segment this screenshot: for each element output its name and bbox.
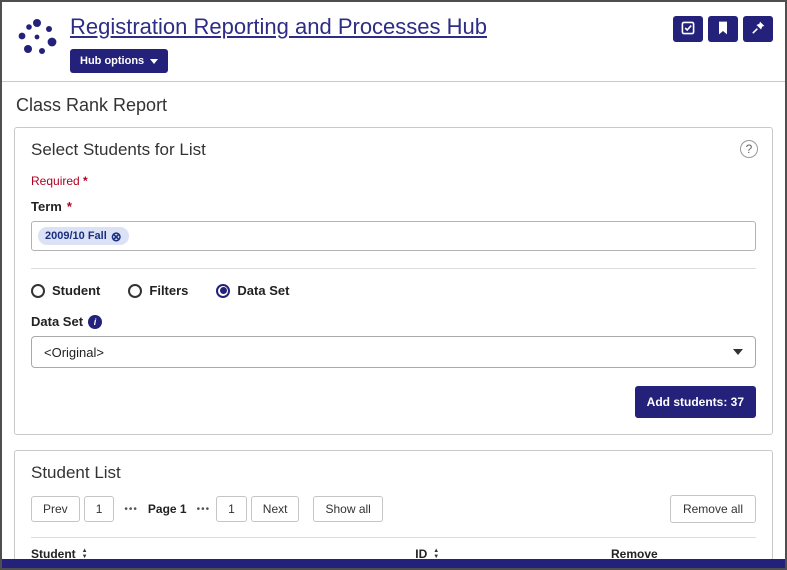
term-required-star: * — [67, 199, 72, 214]
page-title: Class Rank Report — [16, 95, 771, 116]
header-actions — [673, 16, 773, 42]
header: Registration Reporting and Processes Hub… — [2, 2, 785, 81]
prev-page-button[interactable]: Prev — [31, 496, 80, 522]
hub-title-link[interactable]: Registration Reporting and Processes Hub — [70, 14, 487, 40]
pagination-row: Prev 1 ••• Page 1 ••• 1 Next Show all Re… — [31, 495, 756, 523]
ellipsis-left: ••• — [124, 504, 138, 515]
hub-options-label: Hub options — [80, 55, 144, 67]
next-page-button[interactable]: Next — [251, 496, 300, 522]
radio-circle — [128, 284, 142, 298]
term-chip: 2009/10 Fall ⊗ — [38, 227, 129, 245]
check-square-icon — [680, 20, 696, 39]
required-note: Required * — [31, 174, 756, 188]
bottom-bar — [2, 559, 785, 568]
panel-divider — [31, 268, 756, 269]
term-input[interactable]: 2009/10 Fall ⊗ — [31, 221, 756, 251]
help-icon[interactable]: ? — [740, 140, 758, 158]
required-star: * — [83, 174, 88, 188]
radio-student[interactable]: Student — [31, 283, 100, 298]
add-students-row: Add students: 37 — [31, 386, 756, 418]
radio-filters[interactable]: Filters — [128, 283, 188, 298]
chevron-down-icon — [150, 59, 158, 64]
term-chip-label: 2009/10 Fall — [45, 230, 107, 242]
app-window: Registration Reporting and Processes Hub… — [0, 0, 787, 570]
select-students-panel: Select Students for List ? Required * Te… — [14, 127, 773, 435]
radio-data-set[interactable]: Data Set — [216, 283, 289, 298]
data-set-selected-value: <Original> — [44, 345, 104, 360]
app-logo-icon — [16, 16, 58, 58]
page-1-button-right[interactable]: 1 — [216, 496, 247, 522]
selection-mode-radios: Student Filters Data Set — [31, 283, 756, 298]
hub-options-button[interactable]: Hub options — [70, 49, 168, 73]
data-set-label-text: Data Set — [31, 314, 83, 329]
report-queue-button[interactable] — [673, 16, 703, 42]
student-list-panel: Student List Prev 1 ••• Page 1 ••• 1 Nex… — [14, 450, 773, 570]
page-1-button[interactable]: 1 — [84, 496, 115, 522]
show-all-button[interactable]: Show all — [313, 496, 382, 522]
data-set-select[interactable]: <Original> — [31, 336, 756, 368]
ellipsis-right: ••• — [197, 504, 211, 515]
bookmark-button[interactable] — [708, 16, 738, 42]
info-icon[interactable]: i — [88, 315, 102, 329]
pin-button[interactable] — [743, 16, 773, 42]
header-divider — [2, 81, 785, 82]
radio-student-label: Student — [52, 283, 100, 298]
chip-remove-icon[interactable]: ⊗ — [111, 231, 122, 242]
pin-icon — [750, 20, 766, 39]
chevron-down-icon — [733, 349, 743, 355]
bookmark-icon — [715, 20, 731, 39]
select-panel-title: Select Students for List — [31, 140, 756, 160]
remove-all-button[interactable]: Remove all — [670, 495, 756, 523]
term-label: Term * — [31, 199, 756, 214]
radio-filters-label: Filters — [149, 283, 188, 298]
required-label: Required — [31, 174, 80, 188]
add-students-button[interactable]: Add students: 37 — [635, 386, 756, 418]
student-list-title: Student List — [31, 463, 756, 483]
radio-data-set-label: Data Set — [237, 283, 289, 298]
data-set-label: Data Set i — [31, 314, 756, 329]
radio-circle — [31, 284, 45, 298]
radio-circle-selected — [216, 284, 230, 298]
current-page-label: Page 1 — [148, 502, 187, 516]
term-label-text: Term — [31, 199, 62, 214]
header-main: Registration Reporting and Processes Hub… — [70, 14, 673, 73]
